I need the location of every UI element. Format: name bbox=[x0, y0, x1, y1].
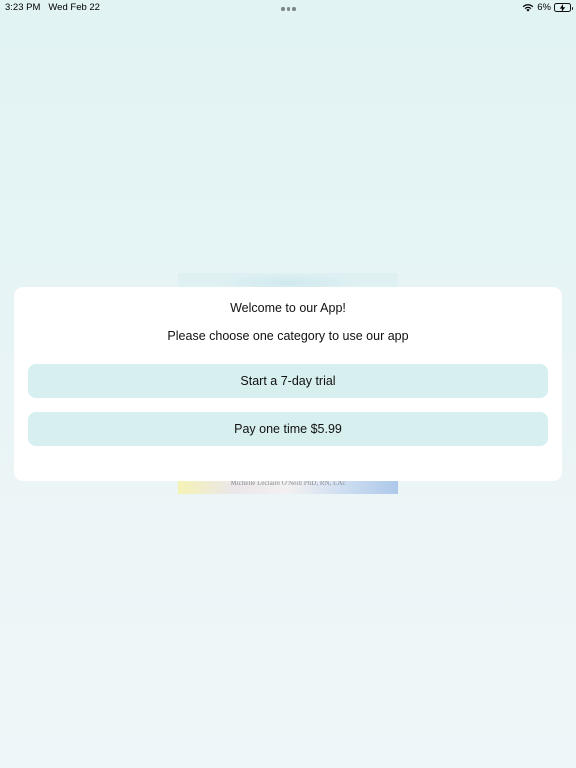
dot bbox=[286, 7, 290, 11]
dot bbox=[281, 7, 285, 11]
welcome-dialog: Welcome to our App! Please choose one ca… bbox=[14, 287, 562, 481]
status-right: 6% bbox=[522, 2, 573, 13]
status-time: 3:23 PM bbox=[5, 2, 41, 13]
status-date: Wed Feb 22 bbox=[48, 2, 100, 13]
battery-charging-icon bbox=[554, 3, 573, 12]
pay-one-time-button[interactable]: Pay one time $5.99 bbox=[28, 412, 548, 446]
status-bar: 3:23 PM Wed Feb 22 6% bbox=[0, 0, 576, 16]
dialog-subtitle: Please choose one category to use our ap… bbox=[167, 329, 409, 343]
more-dots-icon[interactable] bbox=[281, 7, 296, 11]
status-left: 3:23 PM Wed Feb 22 bbox=[5, 2, 100, 13]
wifi-icon bbox=[523, 4, 534, 12]
battery-percent: 6% bbox=[537, 2, 551, 13]
start-trial-button[interactable]: Start a 7-day trial bbox=[28, 364, 548, 398]
dialog-title: Welcome to our App! bbox=[230, 301, 346, 315]
dot bbox=[292, 7, 296, 11]
charging-bolt-icon bbox=[559, 3, 566, 12]
